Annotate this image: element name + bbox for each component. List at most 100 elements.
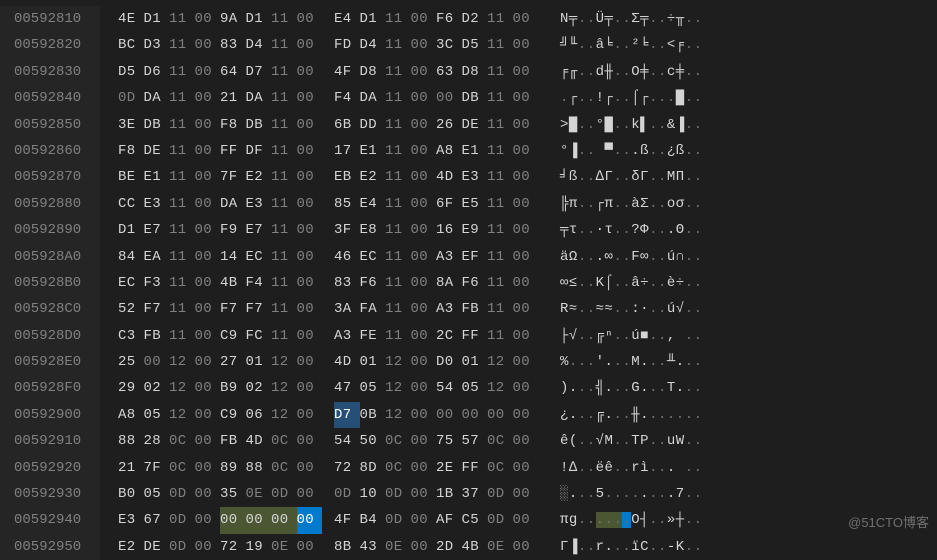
byte-cell[interactable]: 00: [297, 349, 323, 375]
byte-cell[interactable]: F4: [334, 85, 360, 111]
byte-cell[interactable]: 46: [334, 244, 360, 270]
byte-cell[interactable]: 37: [462, 481, 488, 507]
hex-row[interactable]: 00592900A8051200C9061200D70B120000000000…: [0, 402, 937, 428]
byte-cell[interactable]: 11: [271, 6, 297, 32]
ascii-dump[interactable]: °▐.. ▀...ß..¿ß..: [538, 138, 703, 164]
byte-cell[interactable]: 00: [195, 85, 221, 111]
hex-row[interactable]: 00592950E2DE0D0072190E008B430E002D4B0E00…: [0, 534, 937, 560]
byte-cell[interactable]: 11: [271, 138, 297, 164]
byte-cell[interactable]: 00: [195, 481, 221, 507]
byte-cell[interactable]: F6: [360, 270, 386, 296]
byte-cell[interactable]: 01: [360, 349, 386, 375]
byte-cell[interactable]: 00: [513, 481, 539, 507]
byte-cell[interactable]: 01: [246, 349, 272, 375]
byte-cell[interactable]: 8B: [334, 534, 360, 560]
byte-cell[interactable]: 06: [246, 402, 272, 428]
byte-cell[interactable]: 11: [271, 112, 297, 138]
byte-cell[interactable]: 0D: [118, 85, 144, 111]
byte-cell[interactable]: 28: [144, 428, 170, 454]
byte-cell[interactable]: 4F: [334, 507, 360, 533]
byte-cell[interactable]: 11: [271, 191, 297, 217]
byte-cell[interactable]: C3: [118, 323, 144, 349]
byte-cell[interactable]: 8D: [360, 455, 386, 481]
byte-cell[interactable]: 11: [385, 296, 411, 322]
ascii-dump[interactable]: )...╣...G...T...: [538, 375, 703, 401]
byte-cell[interactable]: C9: [220, 402, 246, 428]
byte-cell[interactable]: 11: [385, 244, 411, 270]
byte-cell[interactable]: 1B: [436, 481, 462, 507]
byte-cell[interactable]: 4E: [118, 6, 144, 32]
byte-cell[interactable]: 00: [195, 244, 221, 270]
byte-cell[interactable]: E4: [334, 6, 360, 32]
byte-cell[interactable]: 00: [513, 507, 539, 533]
byte-cell[interactable]: 0C: [169, 455, 195, 481]
byte-cell[interactable]: 00: [513, 375, 539, 401]
hex-row[interactable]: 005928104ED111009AD11100E4D11100F6D21100…: [0, 6, 937, 32]
byte-cell[interactable]: DA: [246, 85, 272, 111]
byte-cell[interactable]: 57: [462, 428, 488, 454]
byte-cell[interactable]: E1: [360, 138, 386, 164]
byte-cell[interactable]: 6B: [334, 112, 360, 138]
byte-cell[interactable]: 11: [169, 217, 195, 243]
byte-cell[interactable]: E7: [246, 217, 272, 243]
byte-cell[interactable]: DD: [360, 112, 386, 138]
byte-cell[interactable]: 12: [385, 349, 411, 375]
hex-row[interactable]: 00592930B0050D00350E0D000D100D001B370D00…: [0, 481, 937, 507]
ascii-dump[interactable]: ╛ß..∆Γ..δΓ..MΠ..: [538, 164, 703, 190]
byte-cell[interactable]: 11: [487, 270, 513, 296]
hex-row[interactable]: 00592870BEE111007FE21100EBE211004DE31100…: [0, 164, 937, 190]
byte-cell[interactable]: 00: [297, 6, 323, 32]
byte-cell[interactable]: 0E: [246, 481, 272, 507]
byte-cell[interactable]: DE: [462, 112, 488, 138]
byte-cell[interactable]: 00: [297, 534, 323, 560]
byte-cell[interactable]: 4B: [462, 534, 488, 560]
byte-cell[interactable]: 00: [297, 138, 323, 164]
byte-cell[interactable]: 11: [487, 244, 513, 270]
byte-cell[interactable]: 00: [411, 323, 437, 349]
byte-cell[interactable]: 00: [411, 164, 437, 190]
byte-cell[interactable]: 00: [246, 507, 272, 533]
byte-cell[interactable]: 8A: [436, 270, 462, 296]
byte-cell[interactable]: DE: [144, 138, 170, 164]
byte-cell[interactable]: D1: [360, 6, 386, 32]
byte-cell[interactable]: A3: [436, 244, 462, 270]
ascii-dump[interactable]: %...'...M...╨...: [538, 349, 703, 375]
byte-cell[interactable]: 00: [297, 217, 323, 243]
byte-cell[interactable]: 0E: [271, 534, 297, 560]
byte-cell[interactable]: 11: [487, 164, 513, 190]
byte-cell[interactable]: EC: [118, 270, 144, 296]
hex-row[interactable]: 00592880CCE31100DAE3110085E411006FE51100…: [0, 191, 937, 217]
byte-cell[interactable]: FD: [334, 32, 360, 58]
byte-cell[interactable]: 88: [246, 455, 272, 481]
ascii-dump[interactable]: äΩ...∞..F∞..ú∩..: [538, 244, 703, 270]
byte-cell[interactable]: 00: [411, 428, 437, 454]
byte-cell[interactable]: 7F: [144, 455, 170, 481]
byte-cell[interactable]: D5: [462, 32, 488, 58]
byte-cell[interactable]: 11: [385, 32, 411, 58]
byte-cell[interactable]: 00: [297, 32, 323, 58]
byte-cell[interactable]: 00: [195, 32, 221, 58]
byte-cell[interactable]: 00: [513, 323, 539, 349]
byte-cell[interactable]: E2: [118, 534, 144, 560]
byte-cell[interactable]: F7: [220, 296, 246, 322]
byte-cell[interactable]: 63: [436, 59, 462, 85]
byte-cell[interactable]: 11: [487, 296, 513, 322]
byte-cell[interactable]: 00: [195, 6, 221, 32]
hex-bytes[interactable]: 0DDA110021DA1100F4DA110000DB1100: [100, 85, 538, 111]
byte-cell[interactable]: 00: [462, 402, 488, 428]
byte-cell[interactable]: 11: [271, 32, 297, 58]
hex-editor-view[interactable]: 005928104ED111009AD11100E4D11100F6D21100…: [0, 6, 937, 560]
byte-cell[interactable]: 00: [411, 481, 437, 507]
hex-row[interactable]: 00592820BCD3110083D41100FDD411003CD51100…: [0, 32, 937, 58]
byte-cell[interactable]: 67: [144, 507, 170, 533]
byte-cell[interactable]: 00: [195, 164, 221, 190]
byte-cell[interactable]: DB: [462, 85, 488, 111]
byte-cell[interactable]: 02: [246, 375, 272, 401]
byte-cell[interactable]: 00: [411, 112, 437, 138]
byte-cell[interactable]: E3: [144, 191, 170, 217]
byte-cell[interactable]: 11: [271, 217, 297, 243]
ascii-dump[interactable]: N╤..Ü╤..Σ╤..÷╥..: [538, 6, 703, 32]
byte-cell[interactable]: 00: [195, 455, 221, 481]
byte-cell[interactable]: 12: [169, 375, 195, 401]
ascii-dump[interactable]: ░...5........7..: [538, 481, 703, 507]
